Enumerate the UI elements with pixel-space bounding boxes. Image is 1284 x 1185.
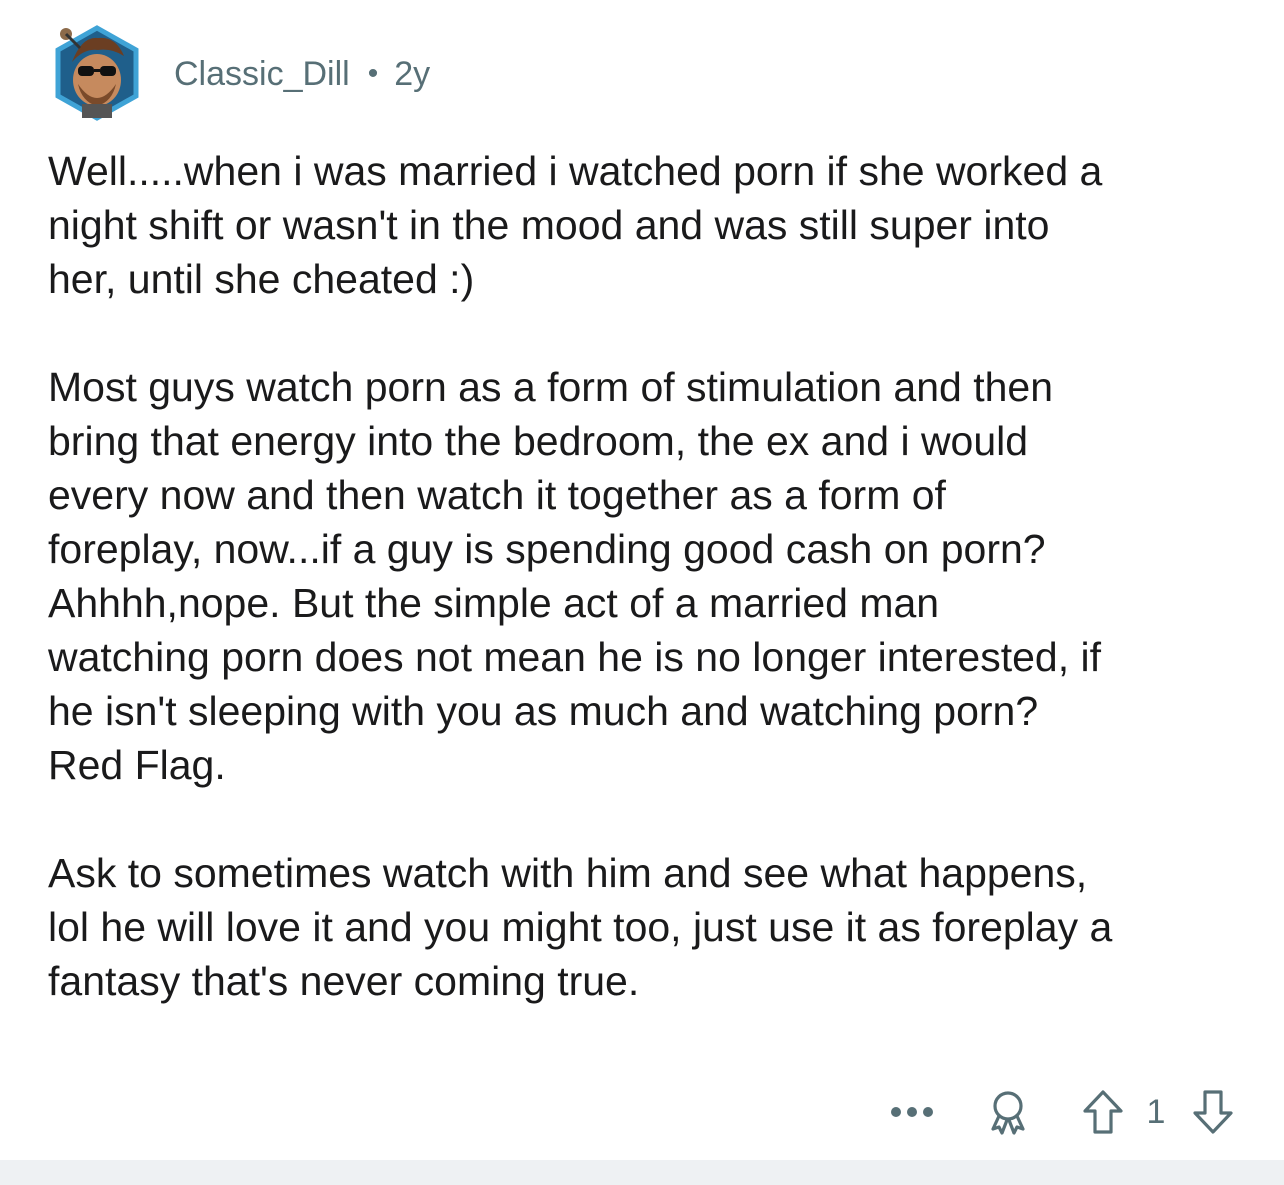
downvote-arrow-icon — [1193, 1090, 1233, 1134]
comment-meta: Classic_Dill • 2y — [174, 52, 430, 96]
comment-age: 2y — [394, 54, 431, 93]
award-icon — [991, 1091, 1025, 1135]
vote-score: 1 — [1146, 1092, 1166, 1131]
downvote-button[interactable] — [1186, 1088, 1240, 1136]
user-avatar[interactable] — [52, 22, 142, 122]
meta-separator: • — [367, 57, 379, 90]
upvote-arrow-icon — [1083, 1090, 1123, 1134]
comment-actions: 1 — [0, 1088, 1284, 1136]
comment-body: Well.....when i was married i watched po… — [48, 144, 1258, 1008]
more-horizontal-icon — [891, 1107, 933, 1117]
comment: Classic_Dill • 2y Well.....when i was ma… — [0, 0, 1284, 1160]
comment-paragraph-3: Ask to sometimes watch with him and see … — [48, 850, 1113, 1004]
comment-paragraph-1: Well.....when i was married i watched po… — [48, 148, 1103, 302]
username-link[interactable]: Classic_Dill — [174, 55, 350, 94]
avatar-image — [55, 25, 139, 121]
comment-paragraph-2: Most guys watch porn as a form of stimul… — [48, 364, 1101, 788]
upvote-button[interactable] — [1076, 1088, 1130, 1136]
comment-divider — [0, 1160, 1284, 1185]
more-options-button[interactable] — [880, 1088, 944, 1136]
award-button[interactable] — [980, 1088, 1036, 1136]
